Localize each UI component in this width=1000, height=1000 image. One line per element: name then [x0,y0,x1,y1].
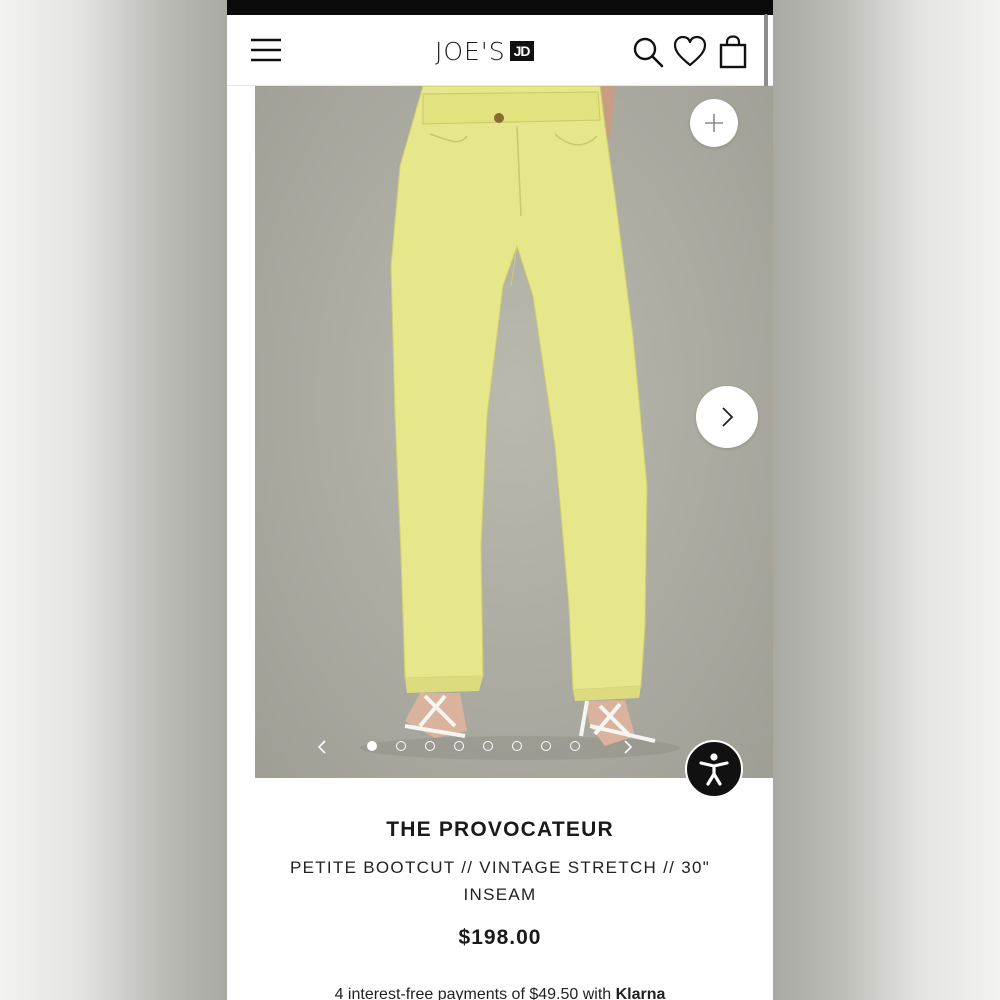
klarna-link[interactable]: Klarna [616,986,666,1000]
heart-icon[interactable] [673,35,707,69]
product-photo-jeans [360,86,680,760]
chevron-right-icon [722,407,734,427]
plus-icon [705,114,723,132]
carousel-prev-arrow[interactable] [315,738,329,756]
brand-logo[interactable]: JOE'S JD [435,35,534,67]
shopping-bag-icon[interactable] [716,35,750,69]
next-image-button[interactable] [696,386,758,448]
carousel-dot-2[interactable] [396,741,406,751]
carousel-dot-7[interactable] [541,741,551,751]
product-image[interactable] [255,86,773,778]
carousel-dot-6[interactable] [512,741,522,751]
chevron-left-icon [317,740,326,754]
carousel-dot-8[interactable] [570,741,580,751]
search-icon[interactable] [631,35,665,69]
carousel-dot-4[interactable] [454,741,464,751]
chevron-right-small-icon [624,740,633,754]
carousel-dot-3[interactable] [425,741,435,751]
carousel-dot-1[interactable] [367,741,377,751]
product-title: THE PROVOCATEUR [386,818,614,841]
brand-logo-text: JOE'S [435,36,506,66]
accessibility-icon [699,753,729,786]
menu-icon[interactable] [249,37,283,63]
product-price: $198.00 [458,926,542,949]
site-header: JOE'S JD [227,15,773,86]
zoom-button[interactable] [690,99,738,147]
carousel-next-arrow[interactable] [621,738,635,756]
product-subtitle: PETITE BOOTCUT // VINTAGE STRETCH // 30"… [289,858,711,904]
accessibility-button[interactable] [685,740,743,798]
brand-logo-mark: JD [509,41,534,61]
status-bar [227,0,773,15]
installments-info: 4 interest-free payments of $49.50 with … [227,986,773,1000]
phone-screen: JOE'S JD THE PROVOCATEUR PETITE BOOTCUT … [227,0,773,1000]
image-carousel-nav [317,736,695,760]
blurred-background-right [773,0,1000,1000]
blurred-background-left [0,0,227,1000]
installments-text: 4 interest-free payments of $49.50 with [334,986,612,1000]
carousel-dot-5[interactable] [483,741,493,751]
